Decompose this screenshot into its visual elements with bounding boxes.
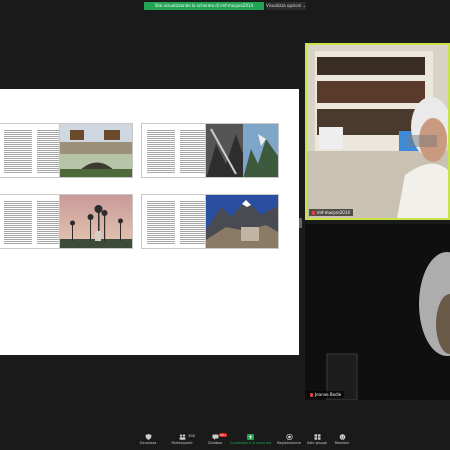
record-icon [285, 434, 293, 440]
participant-name-tag: imf-macpro2014 [309, 209, 353, 216]
mic-muted-icon [310, 392, 313, 397]
resize-handle[interactable] [299, 218, 302, 228]
participant-video [305, 224, 450, 400]
text-column [180, 129, 208, 174]
shield-icon [145, 434, 151, 440]
smiley-icon [339, 434, 345, 440]
valley-photo [206, 124, 278, 177]
participant-video-tile[interactable]: Jeanne Bodie [305, 224, 450, 400]
text-column [4, 129, 32, 174]
participant-name-tag: Jeanne Bodie [307, 391, 345, 398]
security-label: Sicurezza [139, 441, 157, 445]
bridge-photo [60, 124, 132, 177]
mountain-photo [206, 195, 278, 248]
security-button[interactable]: Sicurezza [130, 433, 166, 449]
view-options-button[interactable]: Visualizza opzioni ⌄ [266, 2, 306, 10]
mountain-photo-thumbnail [205, 194, 279, 249]
text-column [147, 129, 175, 174]
screen-share-banner: Stai visualizzando lo schermo di imf-mac… [144, 2, 264, 10]
shared-slide [0, 89, 299, 355]
participant-video [307, 45, 448, 218]
text-column [147, 200, 175, 245]
participants-label: Partecipanti [171, 441, 193, 445]
breakout-rooms-icon [314, 434, 320, 440]
text-column [4, 200, 32, 245]
text-page-thumbnail [141, 194, 215, 249]
reactions-button[interactable]: Reazioni [324, 433, 360, 449]
palm-photo-thumbnail [59, 194, 133, 249]
participant-name: imf-macpro2014 [317, 210, 350, 215]
share-screen-icon [246, 434, 254, 440]
chat-button[interactable]: Chatbox 99+ [197, 433, 233, 449]
top-bar: Stai visualizzando lo schermo di imf-mac… [0, 0, 450, 12]
participant-name: Jeanne Bodie [315, 392, 342, 397]
palm-photo [60, 195, 132, 248]
participant-video-tile[interactable]: imf-macpro2014 [305, 43, 450, 220]
reactions-label: Reazioni [334, 441, 350, 445]
text-page-thumbnail [141, 123, 215, 178]
share-screen-label: Condividere lo schermo [230, 441, 272, 445]
participants-button[interactable]: Partecipanti 308 [164, 433, 200, 449]
valley-photo-thumbnail [205, 123, 279, 178]
chat-label: Chatbox [207, 441, 223, 445]
chat-icon [212, 434, 218, 440]
participants-count: 308 [188, 434, 195, 438]
bridge-photo-thumbnail [59, 123, 133, 178]
mic-muted-icon [312, 210, 315, 215]
people-icon [179, 434, 185, 440]
share-screen-button[interactable]: Condividere lo schermo [230, 433, 272, 449]
meeting-toolbar: Sicurezza Partecipanti 308 Chatbox 99+ C… [0, 432, 450, 450]
text-column [180, 200, 208, 245]
chat-badge: 99+ [219, 433, 228, 437]
